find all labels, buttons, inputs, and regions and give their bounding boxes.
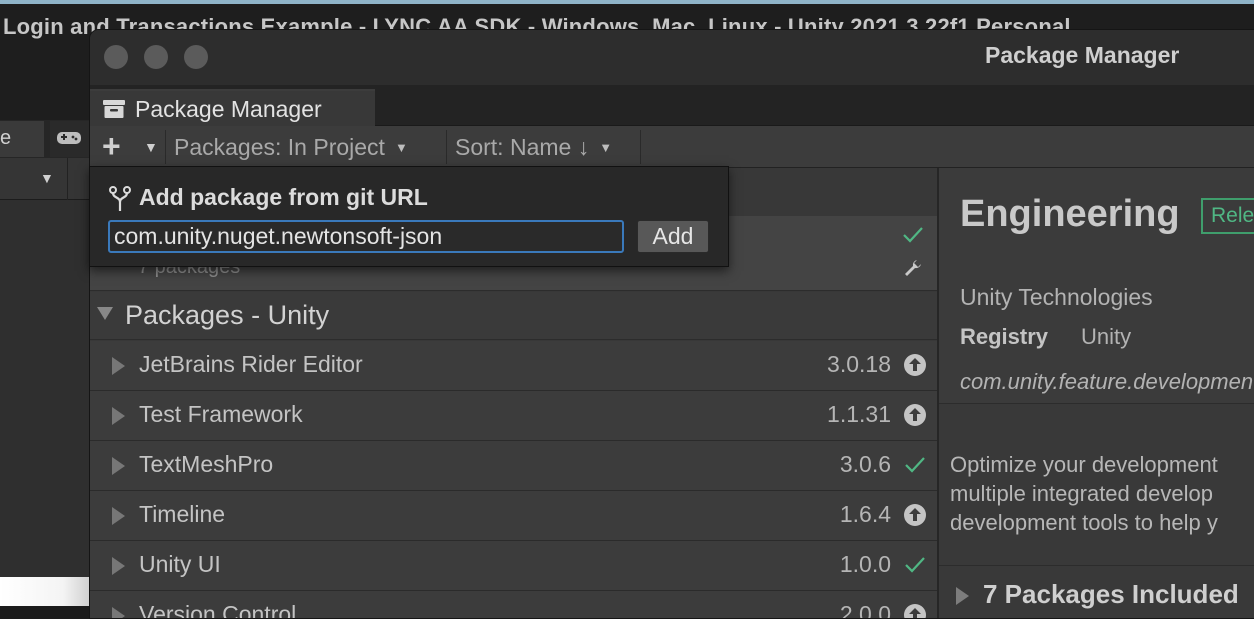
list-item[interactable]: Version Control 2.0.0 — [90, 591, 937, 619]
package-icon — [103, 100, 125, 118]
package-version: 3.0.18 — [827, 351, 891, 377]
git-url-input[interactable] — [108, 220, 624, 253]
divider — [640, 130, 641, 164]
tab-label: Package Manager — [135, 96, 322, 122]
details-header: Engineering Release Unity Technologies R… — [939, 168, 1254, 404]
sort-dropdown[interactable]: Sort: Name ↓ ▼ — [455, 126, 612, 168]
package-version: 1.0.0 — [839, 551, 891, 577]
expand-arrow-icon — [112, 507, 125, 525]
window-titlebar[interactable]: Package Manager — [90, 30, 1254, 85]
sort-dropdown-label: Sort: Name ↓ — [455, 134, 590, 160]
package-description: Optimize your development multiple integ… — [950, 450, 1254, 537]
chevron-down-icon: ▼ — [144, 139, 158, 155]
gamepad-icon[interactable] — [50, 121, 90, 157]
check-icon — [903, 227, 923, 243]
list-item[interactable]: TextMeshPro 3.0.6 — [90, 441, 937, 491]
package-title: Engineering — [960, 193, 1180, 235]
description-line: development tools to help y — [950, 510, 1218, 535]
git-url-popup: Add package from git URL Add — [89, 166, 729, 267]
list-item[interactable]: JetBrains Rider Editor 3.0.18 — [90, 341, 937, 391]
expand-arrow-icon — [112, 607, 125, 618]
editor-viewport — [0, 577, 90, 606]
add-button[interactable]: Add — [637, 220, 709, 253]
package-name: TextMeshPro — [139, 451, 274, 477]
status-badge: Release — [1201, 198, 1254, 234]
package-id: com.unity.feature.development — [960, 369, 1254, 394]
git-branch-icon — [109, 186, 131, 211]
wrench-icon — [905, 260, 921, 276]
window-title: Package Manager — [985, 42, 1180, 68]
expand-arrow-icon — [97, 307, 113, 320]
expand-arrow-icon — [112, 457, 125, 475]
popup-title: Add package from git URL — [139, 184, 428, 210]
check-icon — [905, 457, 925, 473]
package-name: JetBrains Rider Editor — [139, 351, 363, 377]
update-available-icon — [904, 604, 926, 618]
expand-arrow-icon — [112, 357, 125, 375]
expand-arrow-icon — [112, 557, 125, 575]
divider — [446, 130, 447, 164]
divider — [165, 130, 166, 164]
list-item[interactable]: Test Framework 1.1.31 — [90, 391, 937, 441]
package-version: 2.0.0 — [839, 601, 891, 619]
desktop-strip — [0, 0, 1254, 4]
update-available-icon — [904, 354, 926, 376]
tab-package-manager[interactable]: Package Manager — [90, 89, 375, 126]
add-package-button[interactable]: + ▼ — [98, 128, 168, 164]
maximize-window-button[interactable] — [184, 45, 208, 69]
package-name: Timeline — [139, 501, 226, 527]
plus-icon: + — [102, 128, 121, 164]
registry-value: Unity — [1081, 324, 1132, 349]
package-name: Version Control — [139, 601, 297, 619]
package-manager-window: Package Manager Package Manager + ▼ Pack… — [89, 29, 1254, 619]
chevron-down-icon[interactable]: ▼ — [40, 170, 54, 186]
description-line: multiple integrated develop — [950, 481, 1213, 506]
package-name: Unity UI — [139, 551, 221, 577]
package-author[interactable]: Unity Technologies — [960, 284, 1153, 311]
list-item[interactable]: Timeline 1.6.4 — [90, 491, 937, 541]
tab-strip: Package Manager — [90, 85, 1254, 126]
expand-arrow-icon — [112, 407, 125, 425]
editor-panel — [0, 200, 90, 577]
list-item[interactable]: Unity UI 1.0.0 — [90, 541, 937, 591]
registry-label: Registry — [960, 324, 1049, 349]
package-details: Engineering Release Unity Technologies R… — [939, 168, 1254, 618]
package-toolbar: + ▼ Packages: In Project ▼ Sort: Name ↓ ▼ — [90, 126, 1254, 168]
packages-included-label: 7 Packages Included — [983, 579, 1239, 609]
update-available-icon — [904, 404, 926, 426]
package-version: 1.1.31 — [827, 401, 891, 427]
group-header-packages-unity[interactable]: Packages - Unity — [90, 292, 937, 340]
chevron-down-icon: ▼ — [394, 140, 408, 155]
filter-dropdown[interactable]: Packages: In Project ▼ — [174, 126, 408, 168]
check-icon — [905, 557, 925, 573]
package-version: 3.0.6 — [839, 451, 891, 477]
package-name: Test Framework — [139, 401, 303, 427]
update-available-icon — [904, 504, 926, 526]
filter-dropdown-label: Packages: In Project — [174, 134, 385, 160]
minimize-window-button[interactable] — [144, 45, 168, 69]
packages-included-foldout[interactable]: 7 Packages Included — [939, 565, 1254, 618]
divider — [67, 158, 68, 200]
chevron-down-icon: ▼ — [599, 140, 613, 155]
description-line: Optimize your development — [950, 452, 1218, 477]
package-version: 1.6.4 — [839, 501, 891, 527]
group-label: Packages - Unity — [125, 300, 330, 330]
editor-scene-tab[interactable]: e — [0, 121, 44, 157]
close-window-button[interactable] — [104, 45, 128, 69]
expand-arrow-icon — [956, 587, 969, 605]
